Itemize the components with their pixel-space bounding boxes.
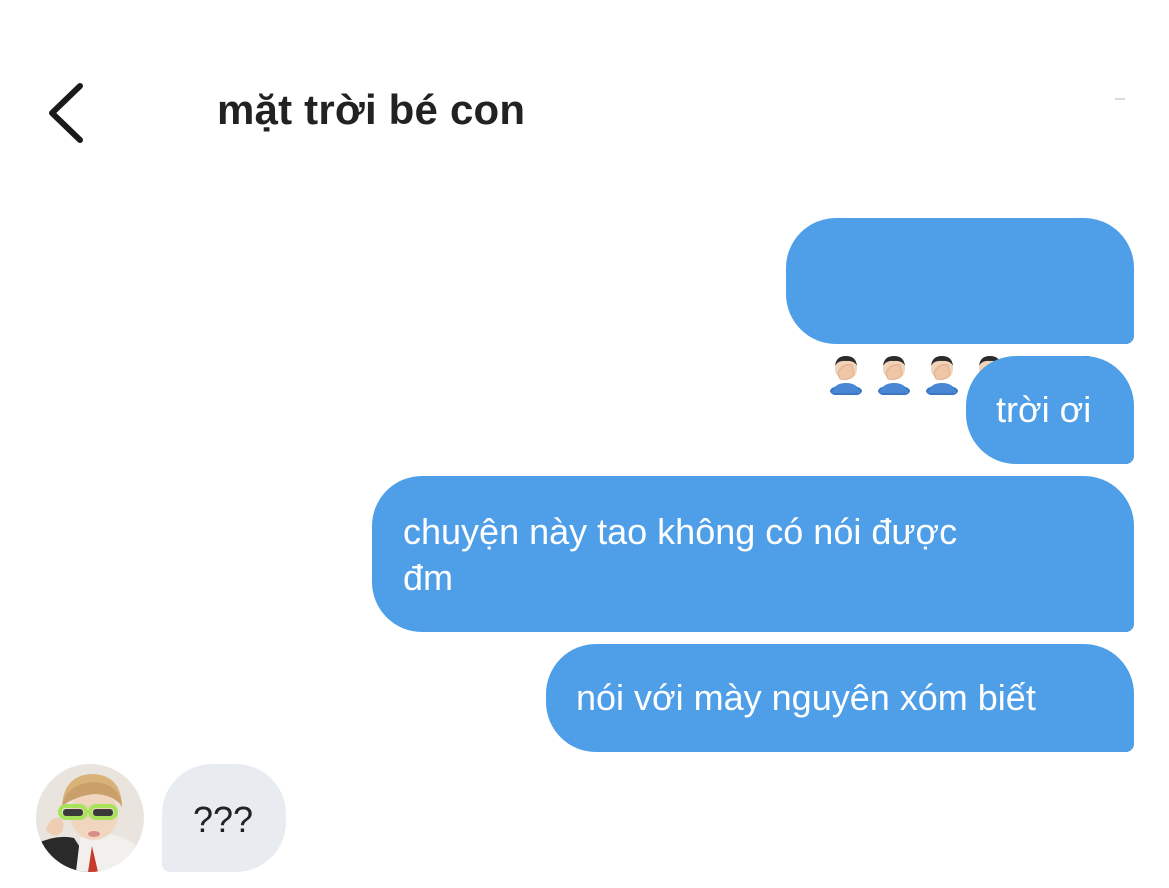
facepalm-emoji-icon <box>826 259 866 397</box>
chevron-left-icon <box>49 83 83 143</box>
facepalm-emoji-icon <box>1018 259 1058 397</box>
facepalm-emoji-icon <box>970 259 1010 397</box>
chat-title: mặt trời bé con <box>217 86 526 133</box>
outgoing-message[interactable]: trời ơi <box>966 356 1134 464</box>
outgoing-message[interactable]: nói với mày nguyên xóm biết <box>546 644 1134 752</box>
outgoing-message[interactable]: chuyện này tao không có nói được đm <box>372 476 1134 632</box>
facepalm-emoji-icon <box>922 259 962 397</box>
chat-header: mặt trời bé con <box>0 0 1169 180</box>
header-divider <box>1115 98 1125 100</box>
facepalm-emoji-icon <box>1066 259 1106 397</box>
incoming-message[interactable]: ??? <box>162 764 286 872</box>
back-button[interactable] <box>40 78 100 148</box>
contact-avatar[interactable] <box>36 764 144 872</box>
outgoing-message-emoji[interactable] <box>786 218 1134 397</box>
facepalm-emoji-icon <box>874 259 914 397</box>
